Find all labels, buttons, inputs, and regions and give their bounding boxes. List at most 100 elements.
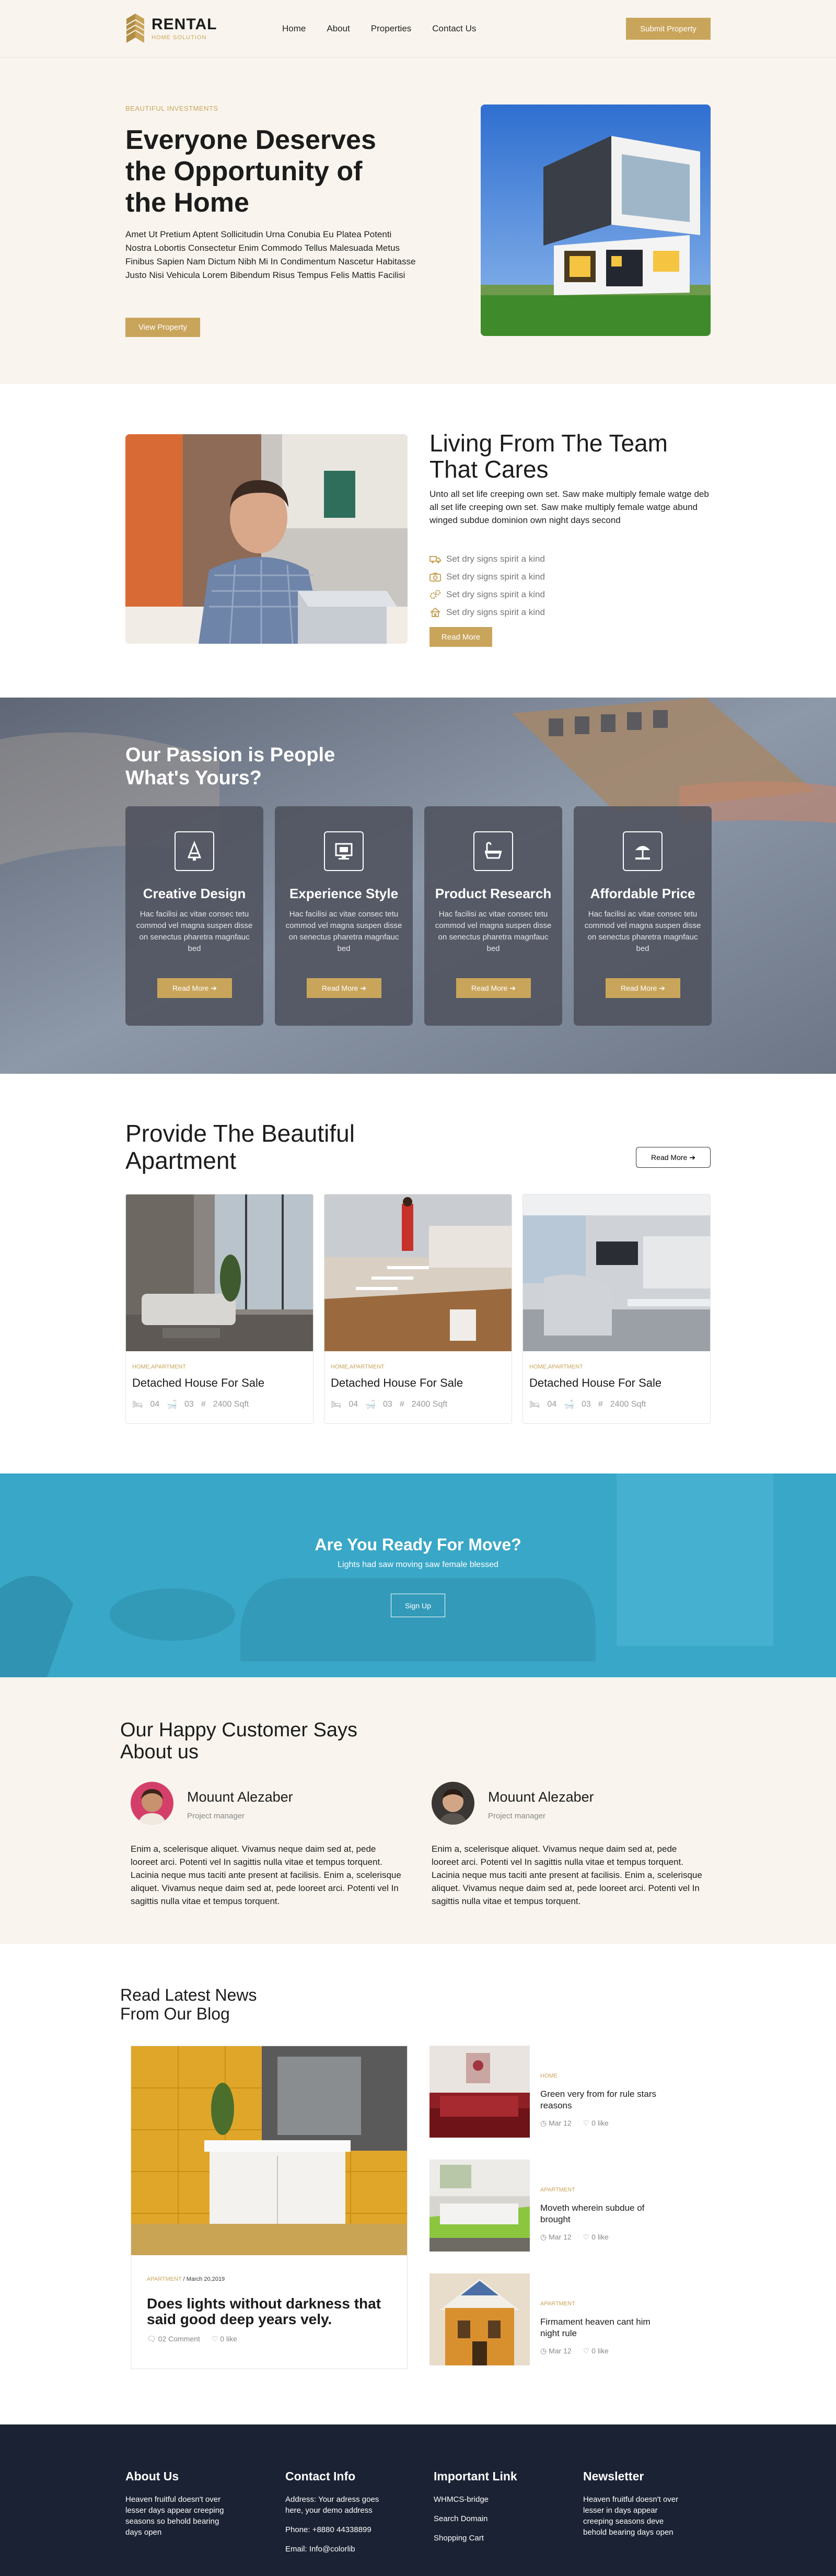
sign-up-button[interactable]: Sign Up: [391, 1594, 445, 1617]
apartment-image: [324, 1194, 512, 1351]
like-count: 0 like: [220, 2335, 237, 2343]
testimonial-role: Project manager: [488, 1812, 546, 1820]
recent-post-tag: APARTMENT: [540, 2301, 575, 2307]
footer-contact-title: Contact Info: [285, 2469, 356, 2483]
area-icon: #: [399, 1400, 404, 1409]
footer-link-search-domain[interactable]: Search Domain: [434, 2513, 554, 2524]
button-label: Read More: [322, 983, 358, 992]
apartment-card-title: Detached House For Sale: [132, 1376, 265, 1389]
footer-email: Email: Info@colorlib: [285, 2545, 355, 2554]
service-read-more-button[interactable]: Read More ➔: [307, 978, 381, 998]
beds-count: 04: [150, 1400, 160, 1409]
apartment-card[interactable]: HOME,APARTMENT Detached House For Sale 🛏…: [324, 1194, 512, 1424]
heart-icon: ♡: [211, 2335, 218, 2343]
like-count: 0 like: [591, 2347, 609, 2355]
recent-post[interactable]: APARTMENT Moveth wherein subdue of broug…: [429, 2160, 701, 2252]
footer-contact: Contact Info Address: Your adress goes h…: [285, 2469, 405, 2555]
heart-icon: ♡: [583, 2347, 590, 2355]
service-read-more-button[interactable]: Read More ➔: [456, 978, 531, 998]
recent-post-title[interactable]: Moveth wherein subdue of brought: [540, 2202, 671, 2225]
testimonials-title: Our Happy Customer Says About us: [120, 1719, 358, 1763]
footer-link-shopping-cart[interactable]: Shopping Cart: [434, 2533, 554, 2544]
button-label: Read More: [621, 983, 657, 992]
recent-post[interactable]: HOME Green very from for rule stars reas…: [429, 2046, 701, 2138]
service-card: Creative Design Hac facilisi ac vitae co…: [125, 806, 263, 1026]
post-category[interactable]: APARTMENT: [147, 2276, 182, 2282]
recent-post-title[interactable]: Firmament heaven cant him night rule: [540, 2316, 671, 2339]
beds-count: 04: [349, 1400, 358, 1409]
gears-icon: [429, 589, 441, 599]
service-read-more-button[interactable]: Read More ➔: [606, 978, 680, 998]
post-date: / March 20,2019: [181, 2276, 225, 2282]
feature-label: Set dry signs spirit a kind: [446, 589, 545, 599]
service-read-more-button[interactable]: Read More ➔: [157, 978, 232, 998]
footer-links: Important Link WHMCS-bridge Search Domai…: [434, 2469, 554, 2544]
apartment-meta: 🛏 04 🛁 03 #2400 Sqft: [331, 1399, 512, 1410]
recent-post-stats: ◷ Mar 12 ♡ 0 like: [540, 2347, 609, 2355]
arrow-right-icon: ➔: [509, 983, 516, 992]
hero-kicker: BEAUTIFUL INVESTMENTS: [125, 105, 218, 112]
footer-newsletter-title: Newsletter: [583, 2469, 644, 2483]
service-text: Hac facilisi ac vitae consec tetu commod…: [136, 910, 253, 953]
featured-post[interactable]: APARTMENT / March 20,2019 Does lights wi…: [131, 2046, 408, 2369]
clock-icon: ◷: [540, 2233, 547, 2241]
bath-icon: 🛁: [365, 1400, 376, 1409]
testimonial-role: Project manager: [187, 1812, 245, 1820]
apartment-meta: 🛏 04 🛁 03 #2400 Sqft: [529, 1399, 710, 1410]
home-icon: [430, 607, 440, 617]
nav-properties[interactable]: Properties: [371, 24, 411, 34]
hero-section: BEAUTIFUL INVESTMENTS Everyone Deserves …: [0, 57, 836, 384]
feature-label: Set dry signs spirit a kind: [446, 607, 545, 617]
logo[interactable]: RENTAL HOME SOLUTION: [125, 13, 282, 45]
recent-post-tag: APARTMENT: [540, 2187, 575, 2193]
avatar: [131, 1782, 173, 1825]
footer-newsletter: Newsletter Heaven fruitful doesn't over …: [583, 2469, 703, 2538]
team-section: Living From The Team That Cares Unto all…: [0, 384, 836, 698]
featured-post-title[interactable]: Does lights without darkness that said g…: [147, 2296, 398, 2327]
feature-label: Set dry signs spirit a kind: [446, 554, 545, 564]
blog-section: Read Latest News From Our Blog APARTMENT…: [0, 1944, 836, 2424]
bath-icon: 🛁: [564, 1400, 575, 1409]
heart-icon: ♡: [583, 2119, 590, 2127]
apartment-section: Provide The Beautiful Apartment Read Mor…: [0, 1074, 836, 1473]
area-value: 2400 Sqft: [411, 1400, 448, 1409]
post-date: Mar 12: [549, 2119, 572, 2127]
recent-post[interactable]: APARTMENT Firmament heaven cant him nigh…: [429, 2273, 701, 2365]
footer-newsletter-text: Heaven fruitful doesn't over lesser in d…: [583, 2495, 679, 2537]
nav-contact[interactable]: Contact Us: [432, 24, 476, 34]
footer-phone: Phone: +8880 44338899: [285, 2525, 371, 2534]
comment-count: 02 Comment: [158, 2335, 200, 2343]
truck-icon: [429, 556, 441, 563]
apartment-read-more-button[interactable]: Read More ➔: [636, 1147, 711, 1168]
nav-home[interactable]: Home: [282, 24, 306, 34]
baths-count: 03: [383, 1400, 392, 1409]
nav-about[interactable]: About: [327, 24, 350, 34]
site-footer: About Us Heaven fruitful doesn't over le…: [0, 2424, 836, 2576]
recent-post-title[interactable]: Green very from for rule stars reasons: [540, 2088, 671, 2111]
footer-about-title: About Us: [125, 2469, 179, 2483]
area-value: 2400 Sqft: [610, 1400, 646, 1409]
read-more-button[interactable]: Read More: [429, 627, 492, 647]
post-date: Mar 12: [549, 2347, 572, 2355]
submit-property-button[interactable]: Submit Property: [626, 18, 711, 40]
apartment-card[interactable]: HOME,APARTMENT Detached House For Sale 🛏…: [522, 1194, 711, 1424]
view-property-button[interactable]: View Property: [125, 318, 200, 337]
beds-count: 04: [547, 1400, 557, 1409]
footer-link-whmcs[interactable]: WHMCS-bridge: [434, 2494, 554, 2505]
camera-icon: [429, 573, 441, 582]
monitor-icon: [324, 831, 364, 871]
team-person-image: [125, 434, 408, 644]
feature-item: Set dry signs spirit a kind: [429, 586, 545, 604]
comment-icon: 🗨: [147, 2335, 156, 2343]
team-features: Set dry signs spirit a kind Set dry sign…: [429, 550, 545, 621]
move-section: Are You Ready For Move? Lights had saw m…: [0, 1473, 836, 1677]
heart-icon: ♡: [583, 2233, 590, 2241]
hero-text: Amet Ut Pretium Aptent Sollicitudin Urna…: [125, 229, 416, 280]
recent-post-tag: HOME: [540, 2073, 558, 2079]
service-title: Affordable Price: [590, 886, 695, 901]
apartment-card[interactable]: HOME,APARTMENT Detached House For Sale 🛏…: [125, 1194, 314, 1424]
recent-post-image: [429, 2273, 530, 2365]
featured-post-meta: APARTMENT / March 20,2019: [147, 2276, 225, 2282]
service-text: Hac facilisi ac vitae consec tetu commod…: [584, 910, 701, 953]
arrow-right-icon: ➔: [659, 983, 665, 992]
